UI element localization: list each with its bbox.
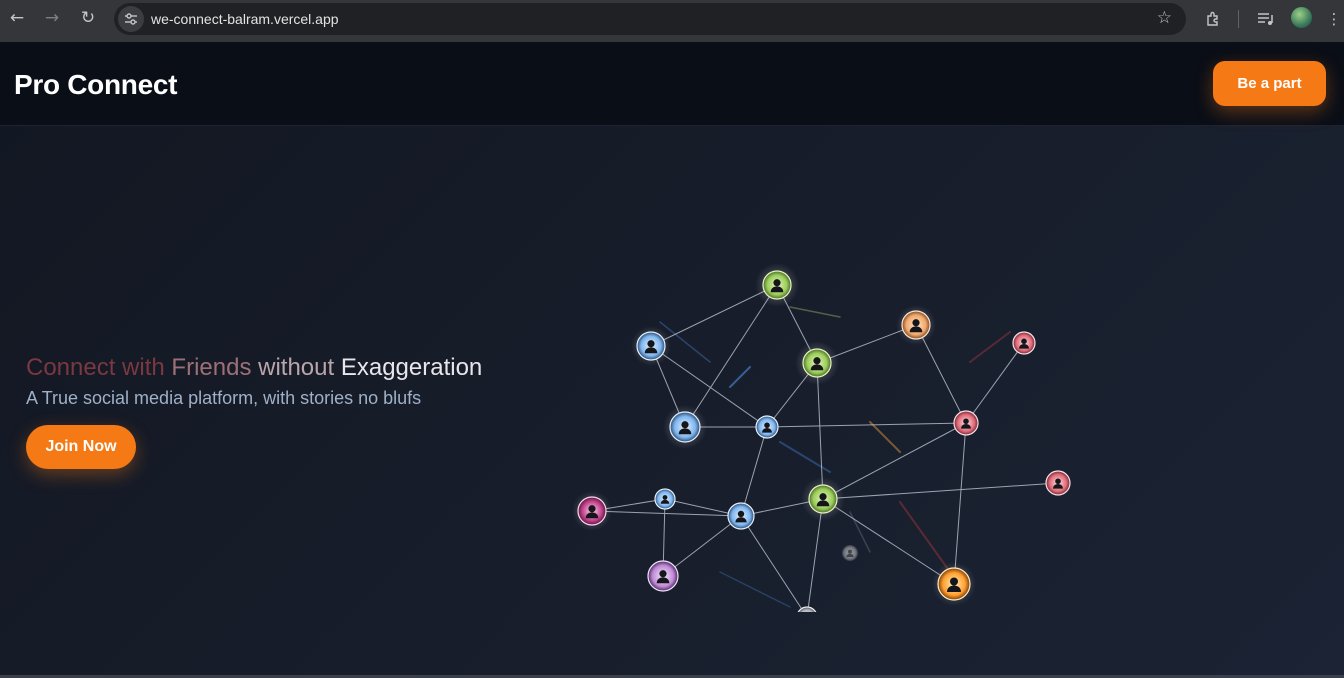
- browser-toolbar: ← → ↻ we-connect-balram.vercel.app ☆ ⋮: [0, 0, 1344, 42]
- toolbar-divider: [1238, 10, 1239, 28]
- landing-page: Pro Connect Be a part Connect with Frien…: [0, 42, 1344, 678]
- social-network-graph: [572, 263, 1071, 612]
- node-avatar: [1012, 331, 1036, 355]
- hero-title-part-2: Friends: [171, 354, 252, 381]
- node-avatar: [755, 415, 779, 439]
- node-avatar: [727, 502, 755, 530]
- hero-subtitle: A True social media platform, with stori…: [26, 388, 422, 408]
- site-header: Pro Connect Be a part: [0, 42, 1344, 126]
- url-text[interactable]: we-connect-balram.vercel.app: [151, 11, 339, 27]
- hero-title: Connect with Friends without Exaggeratio…: [26, 354, 482, 382]
- network-nodes: [572, 263, 1071, 612]
- node-avatar: [663, 405, 707, 449]
- be-a-part-button[interactable]: Be a part: [1213, 61, 1326, 106]
- node-avatar: [572, 491, 612, 531]
- node-avatar: [631, 326, 671, 366]
- node-avatar: [647, 560, 679, 592]
- hero-title-part-3: without: [258, 354, 335, 381]
- profile-avatar[interactable]: [1291, 7, 1312, 28]
- brand-logo[interactable]: Pro Connect: [14, 69, 177, 101]
- node-avatar: [801, 477, 845, 521]
- back-arrow-icon[interactable]: ←: [5, 6, 29, 30]
- menu-kebab-icon[interactable]: ⋮: [1327, 8, 1342, 30]
- node-avatar: [795, 341, 839, 385]
- join-now-button[interactable]: Join Now: [26, 425, 136, 469]
- hero-title-part-1: Connect with: [26, 354, 165, 381]
- node-avatar: [953, 410, 979, 436]
- address-bar[interactable]: we-connect-balram.vercel.app ☆: [114, 3, 1186, 35]
- node-avatar: [896, 305, 936, 345]
- site-info-icon[interactable]: [118, 6, 144, 32]
- node-avatar: [932, 562, 976, 606]
- node-avatar: [797, 606, 817, 612]
- bookmark-star-icon[interactable]: ☆: [1157, 8, 1172, 28]
- extensions-icon[interactable]: [1202, 8, 1224, 30]
- forward-arrow-icon[interactable]: →: [40, 6, 64, 30]
- node-avatar: [654, 488, 676, 510]
- media-queue-icon[interactable]: [1255, 8, 1277, 30]
- hero-title-part-4: Exaggeration: [340, 354, 483, 381]
- node-avatar: [1045, 470, 1071, 496]
- reload-icon[interactable]: ↻: [76, 6, 100, 30]
- node-avatar: [842, 545, 858, 561]
- node-avatar: [755, 263, 799, 307]
